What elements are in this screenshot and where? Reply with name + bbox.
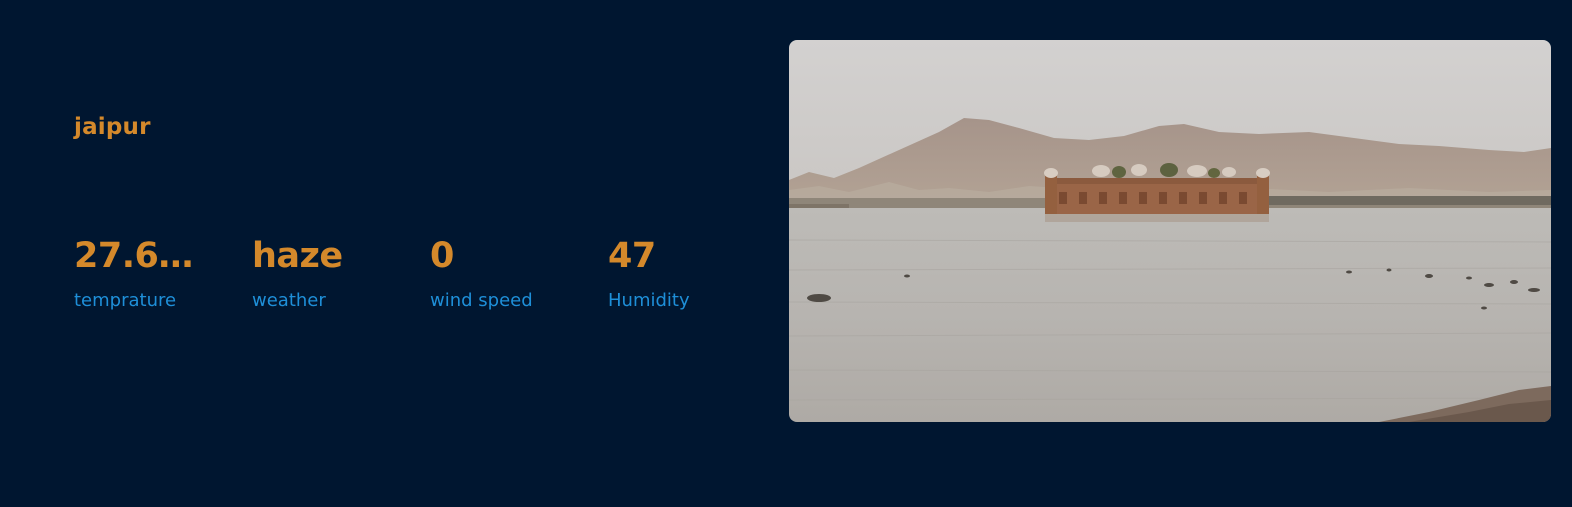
city-photo-illustration	[789, 40, 1551, 422]
weather-label: weather	[252, 290, 326, 311]
wind-speed-value: 0	[430, 236, 454, 276]
weather-stats: 27.6... temprature haze weather 0 wind s…	[74, 232, 786, 312]
wind-speed-label: wind speed	[430, 290, 533, 311]
temperature-label: temprature	[74, 290, 177, 311]
stat-weather: haze weather	[252, 232, 430, 312]
city-photo	[789, 40, 1551, 422]
city-name: jaipur	[74, 114, 151, 140]
stat-temperature: 27.6... temprature	[74, 232, 252, 312]
humidity-value: 47	[608, 236, 656, 276]
stat-wind-speed: 0 wind speed	[430, 232, 608, 312]
stat-humidity: 47 Humidity	[608, 232, 786, 312]
weather-value: haze	[252, 236, 343, 276]
temperature-value: 27.6...	[74, 236, 194, 276]
humidity-label: Humidity	[608, 290, 690, 311]
